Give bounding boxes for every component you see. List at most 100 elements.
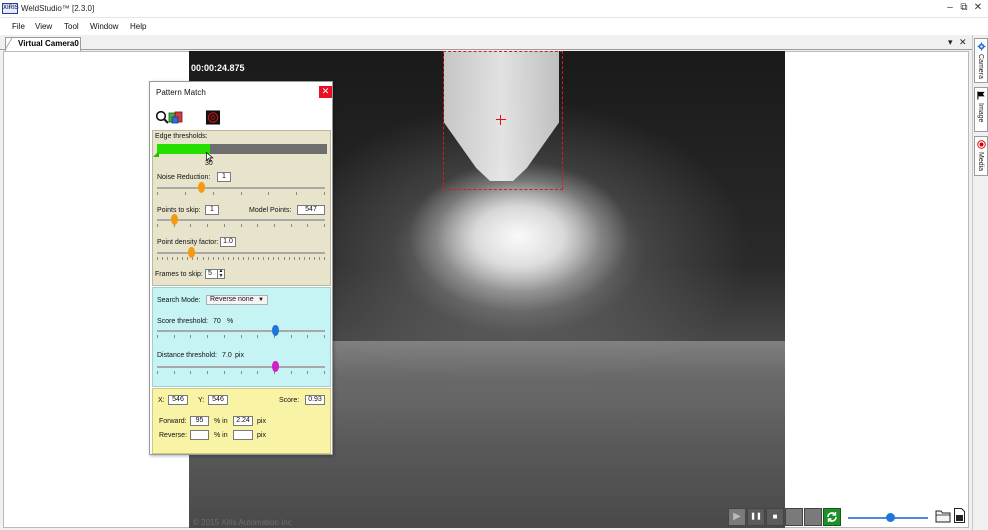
slider-tick (223, 224, 225, 227)
point-density-track[interactable] (157, 252, 325, 254)
side-tab-camera-label: Camera (977, 54, 984, 79)
slider-tick (273, 257, 275, 260)
slider-tick (293, 257, 295, 260)
copyright-text: © 2015 Xiris Automation Inc (193, 518, 292, 527)
distance-threshold-track[interactable] (157, 366, 325, 368)
restore-button[interactable]: ⧉ (958, 2, 970, 13)
frames-to-skip-label: Frames to skip: (155, 271, 203, 278)
result-y-label: Y: (198, 397, 205, 404)
reverse-percent-field (190, 430, 209, 440)
edge-threshold-value: 30 (205, 160, 213, 167)
slider-tick (157, 335, 158, 338)
pause-button[interactable]: ❚❚ (747, 508, 765, 526)
noise-reduction-slider[interactable] (197, 182, 205, 193)
chevron-down-icon: ▼ (258, 297, 264, 303)
menu-tool[interactable]: Tool (64, 22, 79, 31)
slider-tick (263, 257, 265, 260)
forward-in-label: % in (214, 418, 228, 425)
video-timestamp: 00:00:24.875 (191, 63, 245, 73)
slider-tick (307, 224, 309, 227)
points-to-skip-ticks (157, 224, 325, 228)
slider-tick (172, 257, 174, 260)
dialog-title: Pattern Match (156, 88, 206, 97)
model-points-label: Model Points: (249, 207, 292, 214)
tab-list-dropdown-icon[interactable]: ▾ (948, 37, 953, 48)
slider-tick (157, 257, 158, 260)
menu-window[interactable]: Window (90, 22, 118, 31)
side-tab-media-label: Media (977, 152, 984, 172)
slider-tick (184, 192, 186, 195)
tab-virtual-camera0[interactable]: Virtual Camera0 (5, 37, 81, 51)
result-x-label: X: (158, 397, 165, 404)
save-file-icon[interactable] (954, 508, 965, 523)
noise-reduction-track[interactable] (157, 187, 325, 189)
distance-threshold-unit: pix (235, 352, 244, 359)
record-icon (977, 140, 986, 149)
minimize-button[interactable]: – (944, 2, 956, 13)
target-pattern-icon[interactable] (205, 110, 221, 125)
gear-icon (977, 42, 986, 51)
slider-tick (296, 192, 298, 195)
slider-tick (227, 257, 229, 260)
score-threshold-label: Score threshold: (157, 318, 208, 325)
slider-tick (278, 257, 280, 260)
match-crosshair-icon (496, 115, 506, 125)
point-density-slider[interactable] (187, 247, 195, 258)
slider-tick (290, 335, 292, 338)
search-mode-select[interactable]: Reverse none ▼ (206, 295, 268, 305)
flag-icon (977, 91, 985, 100)
title-bar: XIRIS WeldStudio™ [2.3.0] – ⧉ ✕ (0, 0, 988, 18)
stop-button[interactable]: ■ (766, 508, 784, 526)
result-y-field: 546 (208, 395, 228, 405)
edge-low-marker-icon[interactable] (153, 151, 159, 157)
forward-label: Forward: (159, 418, 187, 425)
slider-tick (288, 257, 290, 260)
slider-tick (173, 371, 175, 374)
model-points-field: 547 (297, 205, 325, 215)
slider-tick (240, 335, 242, 338)
distance-threshold-slider[interactable] (271, 361, 279, 372)
slider-tick (258, 257, 260, 260)
menu-view[interactable]: View (35, 22, 52, 31)
side-dock: Camera Image Media (972, 35, 988, 530)
side-tab-camera[interactable]: Camera (974, 38, 988, 83)
frames-to-skip-stepper[interactable]: 5 ▲ ▼ (205, 269, 225, 279)
score-threshold-slider[interactable] (271, 325, 279, 336)
playback-speed-slider[interactable] (885, 513, 895, 522)
tab-close-icon[interactable]: ✕ (959, 37, 967, 48)
open-folder-icon[interactable] (935, 509, 951, 523)
slider-tick (167, 257, 169, 260)
noise-reduction-field[interactable]: 1 (217, 172, 231, 182)
document-tab-strip: Virtual Camera0 ▾ ✕ (0, 35, 972, 51)
slider-tick (197, 257, 199, 260)
play-button[interactable]: ▶ (728, 508, 746, 526)
slider-tick (182, 257, 184, 260)
slider-tick (212, 257, 214, 260)
point-density-ticks (157, 257, 325, 261)
points-to-skip-field[interactable]: 1 (205, 205, 219, 215)
reverse-pix-unit: pix (257, 432, 266, 439)
slider-tick (237, 257, 239, 260)
step-forward-button[interactable] (804, 508, 822, 526)
dialog-close-button[interactable]: ✕ (319, 86, 332, 98)
magnify-model-icon[interactable] (155, 110, 185, 125)
points-to-skip-slider[interactable] (170, 214, 178, 225)
step-back-button[interactable] (785, 508, 803, 526)
points-to-skip-track[interactable] (157, 219, 325, 221)
close-window-button[interactable]: ✕ (972, 2, 984, 13)
edge-threshold-bar[interactable] (157, 144, 327, 154)
side-tab-image[interactable]: Image (974, 87, 988, 132)
slider-tick (240, 371, 242, 374)
loop-icon[interactable] (823, 508, 841, 526)
result-score-label: Score: (279, 397, 300, 404)
score-threshold-track[interactable] (157, 330, 325, 332)
slider-tick (307, 335, 309, 338)
stepper-arrows-icon[interactable]: ▲ ▼ (217, 269, 224, 279)
slider-tick (248, 257, 250, 260)
slider-tick (324, 257, 325, 260)
point-density-field[interactable]: 1.0 (220, 237, 236, 247)
side-tab-media[interactable]: Media (974, 136, 988, 176)
slider-tick (157, 224, 158, 227)
menu-file[interactable]: File (12, 22, 25, 31)
menu-help[interactable]: Help (130, 22, 146, 31)
